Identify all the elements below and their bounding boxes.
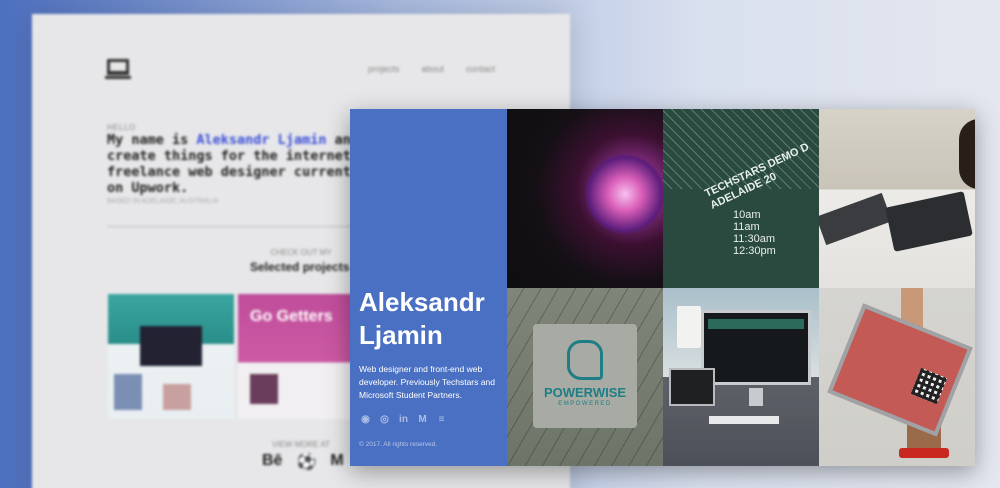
project-tile-office[interactable] [663,288,819,466]
dribbble-icon[interactable]: ◎ [378,413,391,426]
powerwise-tagline: EMPOWERED [558,401,612,407]
project-tile-poster[interactable] [819,288,975,466]
project-tile-techstars[interactable]: TECHSTARS DEMO D ADELAIDE 20 10am 11am 1… [663,109,819,288]
last-name: Ljamin [359,320,443,350]
project-tile-plasma[interactable] [507,109,663,288]
nav-about[interactable]: about [421,64,444,74]
thumbnail-2-title: Go Getters [250,308,333,325]
intro-name-link[interactable]: Aleksandr Ljamin [196,132,326,148]
based-in-label: BASED IN ADELAIDE, AUSTRALIA [107,198,219,205]
powerwise-title: POWERWISE [543,385,627,400]
selected-projects-heading: Selected projects [250,260,350,274]
project-tile-powerwise[interactable]: POWERWISE EMPOWERED [507,288,663,466]
nav-projects[interactable]: projects [368,64,400,74]
copyright-text: © 2017. All rights reserved. [359,441,438,448]
background-nav: projects about contact [368,64,495,74]
stack-icon[interactable]: ≡ [435,413,448,426]
nav-contact[interactable]: contact [466,64,495,74]
project-thumbnail-2[interactable]: Go Getters [238,294,363,419]
first-name: Aleksandr [359,287,485,317]
intro-panel: Aleksandr Ljamin Web designer and front-… [350,109,507,466]
portfolio-description: Web designer and front-end web developer… [359,364,495,400]
portfolio-name: Aleksandr Ljamin [359,286,485,352]
dribbble-icon[interactable]: ⚽ [296,452,316,472]
project-grid: TECHSTARS DEMO D ADELAIDE 20 10am 11am 1… [507,109,975,466]
behance-icon[interactable]: Bē [262,452,282,472]
medium-icon[interactable]: M [330,452,343,472]
techstars-times: 10am 11am 11:30am 12:30pm [733,209,776,257]
hello-label: HELLO [107,123,136,132]
intro-prefix: My name is [107,132,197,148]
site-logo-icon[interactable] [105,59,131,79]
medium-icon[interactable]: M [416,413,429,426]
background-social-links: Bē ⚽ M [262,452,344,472]
linkedin-icon[interactable]: in [397,413,410,426]
github-icon[interactable]: ◉ [359,413,372,426]
portfolio-social-icons: ◉ ◎ in M ≡ [359,413,448,426]
project-thumbnail-1[interactable] [108,294,234,419]
portfolio-window: Aleksandr Ljamin Web designer and front-… [350,109,975,466]
project-tile-desk[interactable] [819,109,975,288]
powerwise-logo-icon [567,340,603,380]
